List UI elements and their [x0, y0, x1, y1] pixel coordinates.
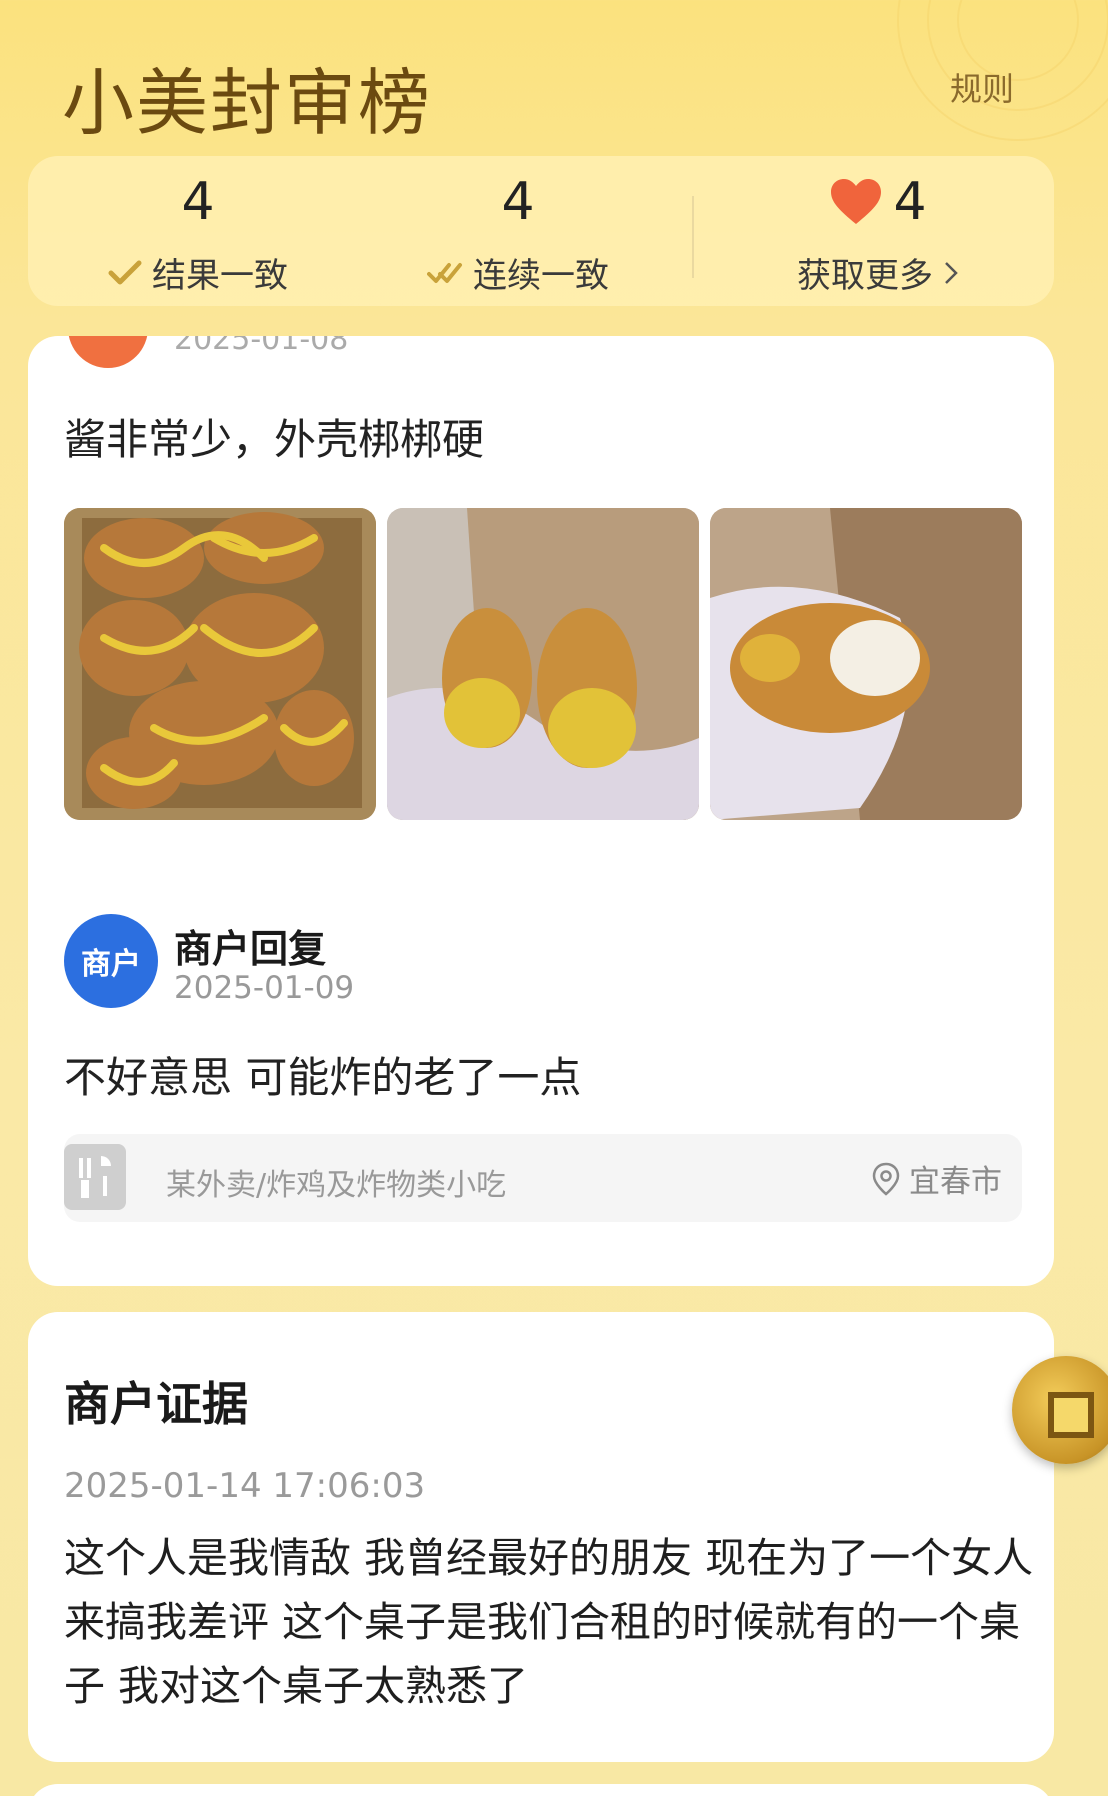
stat-streak-consistent-value: 4	[501, 172, 535, 232]
location-pin-icon	[872, 1162, 900, 1196]
stat-result-consistent: 4 结果一致	[68, 156, 328, 306]
merchant-location: 宜春市	[871, 1156, 1002, 1201]
merchant-avatar: 商户	[64, 914, 158, 1008]
stat-result-consistent-value: 4	[181, 172, 215, 232]
evidence-title: 商户证据	[64, 1377, 248, 1431]
stats-panel: 4 结果一致 4 连续一致 4 获取更多	[28, 156, 1054, 306]
stat-hearts-value-row: 4	[728, 172, 1028, 232]
review-date: 2025-01-08	[174, 336, 349, 357]
double-check-icon	[427, 262, 462, 283]
evidence-timestamp: 2025-01-14 17:06:03	[64, 1466, 426, 1506]
merchant-location-label: 宜春市	[909, 1164, 1002, 1200]
chevron-right-icon	[945, 261, 958, 284]
fried-chicken-box-photo	[64, 508, 376, 820]
page-title: 小美封审榜	[62, 61, 433, 145]
next-card-edge	[28, 1784, 1054, 1796]
restaurant-icon	[64, 1144, 126, 1210]
merchant-reply-date: 2025-01-09	[174, 970, 355, 1006]
stats-divider	[692, 196, 694, 278]
get-more-label: 获取更多	[797, 256, 933, 296]
reviewer-avatar[interactable]	[68, 336, 148, 368]
stat-streak-consistent-label-row: 连续一致	[388, 248, 648, 297]
review-photos	[64, 508, 1022, 820]
stat-streak-consistent: 4 连续一致	[388, 156, 648, 306]
page-header: 小美封审榜 规则	[0, 0, 1108, 160]
merchant-info-bar[interactable]: 某外卖/炸鸡及炸物类小吃 宜春市	[64, 1134, 1022, 1222]
merchant-category: 某外卖/炸鸡及炸物类小吃	[166, 1168, 507, 1203]
evidence-text: 这个人是我情敌 我曾经最好的朋友 现在为了一个女人来搞我差评 这个桌子是我们合租…	[64, 1534, 1034, 1710]
heart-icon	[831, 179, 882, 224]
stat-hearts-value: 4	[893, 172, 927, 232]
get-more-link[interactable]: 获取更多	[728, 248, 1028, 297]
fried-chicken-bitten-photo	[710, 508, 1022, 820]
review-text: 酱非常少，外壳梆梆硬	[64, 415, 485, 464]
review-photo[interactable]	[64, 508, 376, 820]
merchant-evidence-card: 商户证据 2025-01-14 17:06:03 这个人是我情敌 我曾经最好的朋…	[28, 1312, 1054, 1762]
merchant-reply-text: 不好意思 可能炸的老了一点	[64, 1053, 582, 1102]
stat-hearts[interactable]: 4 获取更多	[728, 156, 1028, 306]
header-decoration	[897, 0, 1108, 141]
stat-result-consistent-label-row: 结果一致	[68, 248, 328, 297]
review-photo[interactable]	[710, 508, 1022, 820]
stat-result-consistent-label: 结果一致	[152, 256, 288, 296]
review-card: 2025-01-08 酱非常少，外壳梆梆硬 商户 商户回复 2025-01-09…	[28, 336, 1054, 1286]
fried-chicken-hand-photo	[387, 508, 699, 820]
rules-link[interactable]: 规则	[950, 64, 1014, 110]
review-photo[interactable]	[387, 508, 699, 820]
check-icon	[108, 260, 142, 284]
stat-streak-consistent-label: 连续一致	[473, 256, 609, 296]
merchant-reply-title: 商户回复	[174, 927, 327, 971]
